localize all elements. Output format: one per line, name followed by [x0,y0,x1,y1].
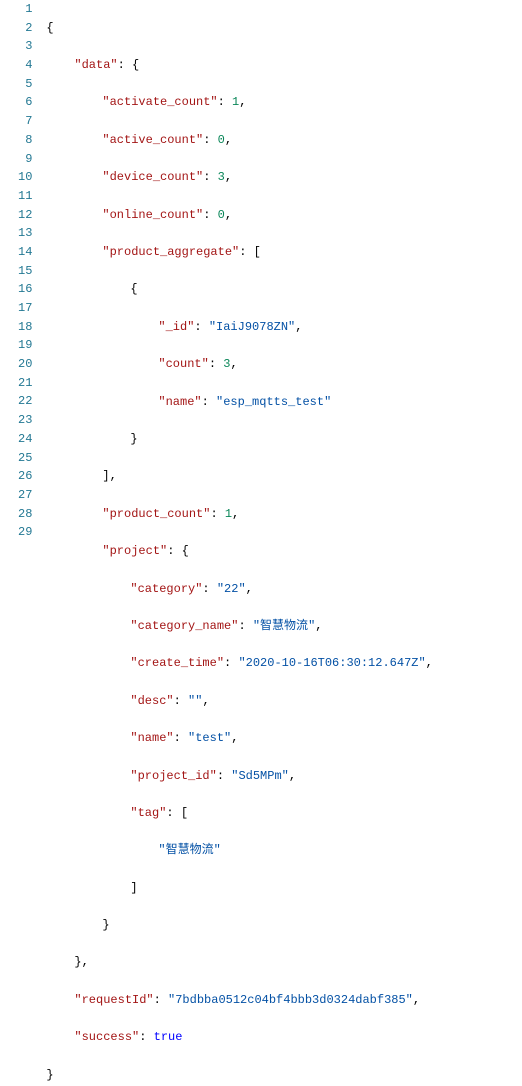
line-number-gutter: 1234567891011121314151617181920212223242… [0,0,42,1086]
code-line: "create_time": "2020-10-16T06:30:12.647Z… [46,654,522,673]
code-line: } [46,916,522,935]
line-number: 29 [18,523,32,542]
code-line: "online_count": 0, [46,206,522,225]
line-number: 18 [18,318,32,337]
code-line: { [46,280,522,299]
line-number: 6 [18,93,32,112]
code-line: "project": { [46,542,522,561]
code-line: "category": "22", [46,580,522,599]
code-line: ], [46,467,522,486]
line-number: 11 [18,187,32,206]
line-number: 14 [18,243,32,262]
line-number: 27 [18,486,32,505]
code-line: "tag": [ [46,804,522,823]
line-number: 10 [18,168,32,187]
code-line: }, [46,953,522,972]
code-line: "count": 3, [46,355,522,374]
line-number: 1 [18,0,32,19]
line-number: 5 [18,75,32,94]
code-line: "activate_count": 1, [46,93,522,112]
line-number: 26 [18,467,32,486]
line-number: 13 [18,224,32,243]
code-line: ] [46,879,522,898]
line-number: 8 [18,131,32,150]
line-number: 20 [18,355,32,374]
line-number: 7 [18,112,32,131]
line-number: 4 [18,56,32,75]
code-content: { "data": { "activate_count": 1, "active… [42,0,522,1086]
line-number: 17 [18,299,32,318]
code-line: "desc": "", [46,692,522,711]
line-number: 22 [18,392,32,411]
line-number: 9 [18,150,32,169]
line-number: 12 [18,206,32,225]
code-line: "智慧物流" [46,841,522,860]
code-line: "_id": "IaiJ9078ZN", [46,318,522,337]
code-line: } [46,430,522,449]
line-number: 2 [18,19,32,38]
code-line: "name": "esp_mqtts_test" [46,393,522,412]
code-line: "product_aggregate": [ [46,243,522,262]
code-line: "product_count": 1, [46,505,522,524]
code-line: "active_count": 0, [46,131,522,150]
code-line: "project_id": "Sd5MPm", [46,767,522,786]
line-number: 16 [18,280,32,299]
line-number: 24 [18,430,32,449]
code-line: "name": "test", [46,729,522,748]
line-number: 3 [18,37,32,56]
line-number: 21 [18,374,32,393]
line-number: 15 [18,262,32,281]
line-number: 28 [18,505,32,524]
code-line: { [46,19,522,38]
code-line: "device_count": 3, [46,168,522,187]
code-line: "category_name": "智慧物流", [46,617,522,636]
line-number: 25 [18,449,32,468]
line-number: 19 [18,336,32,355]
code-line: "success": true [46,1028,522,1047]
code-line: "requestId": "7bdbba0512c04bf4bbb3d0324d… [46,991,522,1010]
code-line: "data": { [46,56,522,75]
line-number: 23 [18,411,32,430]
code-line: } [46,1066,522,1085]
